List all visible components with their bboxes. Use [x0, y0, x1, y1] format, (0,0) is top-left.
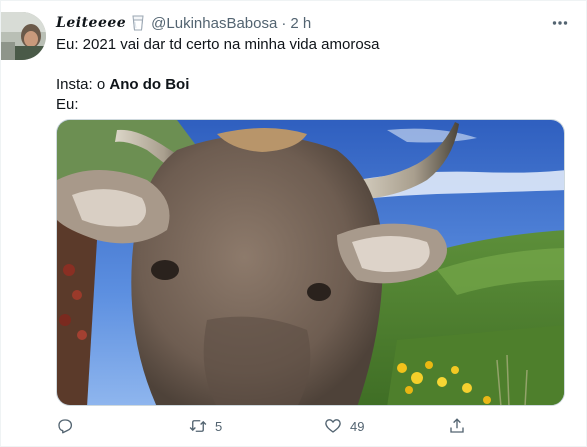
like-count: 49 — [350, 418, 365, 434]
tweet-text: Eu: 2021 vai dar td certo na minha vida … — [56, 35, 566, 115]
heart-icon — [325, 419, 341, 433]
reply-icon — [58, 419, 73, 434]
tweet-card[interactable]: Leiteeee @LukinhasBabosa · 2 h Eu: 2021 … — [0, 0, 587, 447]
retweet-count: 5 — [215, 418, 223, 434]
retweet-button[interactable]: 5 — [189, 414, 222, 438]
tweet-header: Leiteeee @LukinhasBabosa · 2 h — [56, 13, 311, 33]
display-name[interactable]: Leiteeee — [56, 15, 126, 31]
tweet-actions: 5 49 — [56, 414, 496, 438]
like-button[interactable]: 49 — [324, 414, 364, 438]
tweet-image[interactable] — [56, 119, 565, 406]
tweet-text-bold: Ano do Boi — [109, 76, 190, 93]
separator-dot: · — [281, 14, 287, 32]
share-icon — [450, 418, 464, 433]
avatar[interactable] — [1, 12, 46, 60]
tweet-text-line-3: Eu: — [56, 96, 79, 113]
tweet-text-line-1: Eu: 2021 vai dar td certo na minha vida … — [56, 36, 380, 53]
more-options-button[interactable] — [550, 13, 570, 33]
reply-button[interactable] — [56, 414, 82, 438]
cow-photo — [57, 120, 564, 405]
milk-cup-icon — [131, 15, 145, 31]
retweet-icon — [189, 420, 207, 432]
share-button[interactable] — [448, 414, 466, 438]
tweet-text-line-2: Insta: o Ano do Boi — [56, 75, 566, 95]
tweet-text-line-2-prefix: Insta: o — [56, 76, 110, 93]
timestamp[interactable]: 2 h — [290, 15, 311, 32]
user-handle[interactable]: @LukinhasBabosa — [151, 15, 277, 32]
more-horizontal-icon — [552, 21, 568, 25]
